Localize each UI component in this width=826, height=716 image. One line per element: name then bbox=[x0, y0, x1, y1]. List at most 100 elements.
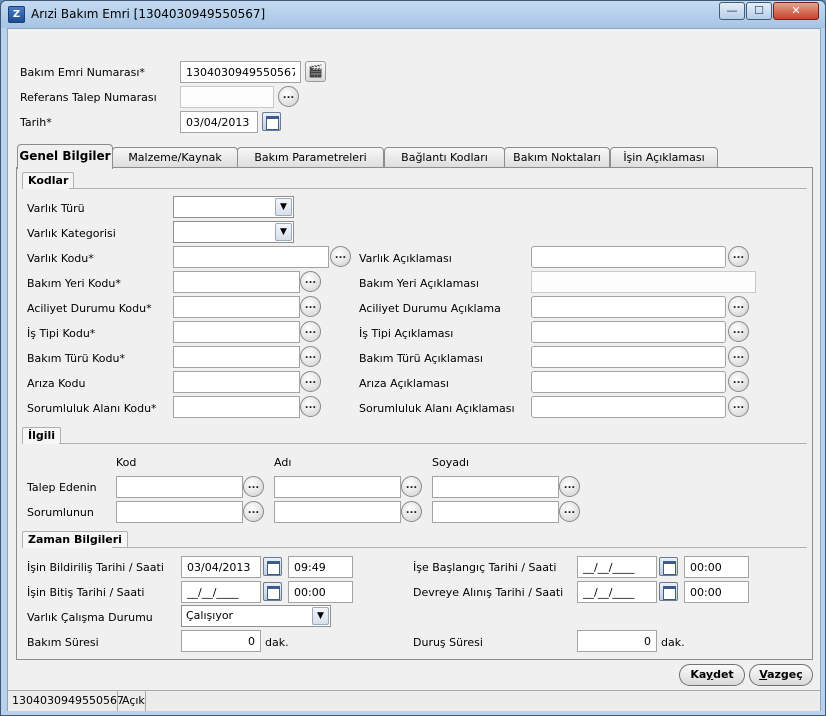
responsibility-desc-lookup-button[interactable]: ... bbox=[728, 396, 749, 417]
maint-type-code-field[interactable] bbox=[173, 346, 300, 368]
order-no-label: Bakım Emri Numarası* bbox=[20, 66, 145, 79]
urgency-desc-label: Aciliyet Durumu Açıklama bbox=[359, 302, 501, 315]
location-code-field[interactable] bbox=[173, 271, 300, 293]
zaman-group-title: Zaman Bilgileri bbox=[22, 531, 128, 548]
requester-name-field[interactable] bbox=[274, 476, 401, 498]
commission-time-field[interactable] bbox=[684, 581, 749, 603]
chevron-down-icon[interactable]: ▼ bbox=[275, 198, 292, 216]
urgency-code-lookup-button[interactable]: ... bbox=[300, 296, 321, 317]
maximize-button[interactable]: ☐ bbox=[746, 2, 772, 20]
fault-desc-lookup-button[interactable]: ... bbox=[728, 371, 749, 392]
requester-surname-lookup-button[interactable]: ... bbox=[559, 476, 580, 497]
job-type-code-lookup-button[interactable]: ... bbox=[300, 321, 321, 342]
tab-panel-genel-bilgiler: Kodlar Varlık Türü ▼ Varlık Kategorisi ▼… bbox=[16, 167, 813, 660]
tab-baglanti-kodlari[interactable]: Bağlantı Kodları bbox=[384, 147, 505, 167]
notify-date-field[interactable] bbox=[181, 556, 261, 578]
asset-category-label: Varlık Kategorisi bbox=[27, 227, 116, 240]
clapperboard-icon[interactable]: 🎬 bbox=[305, 61, 326, 82]
asset-desc-lookup-button[interactable]: ... bbox=[728, 246, 749, 267]
asset-status-dropdown[interactable]: Çalışıyor ▼ bbox=[181, 605, 331, 627]
tab-bakim-noktalari[interactable]: Bakım Noktaları bbox=[504, 147, 610, 167]
tab-genel-bilgiler[interactable]: Genel Bilgiler bbox=[17, 144, 113, 169]
downtime-unit: dak. bbox=[661, 636, 685, 649]
cancel-button[interactable]: Vazgeç bbox=[749, 664, 813, 686]
maint-duration-field[interactable] bbox=[181, 630, 261, 652]
asset-desc-field[interactable] bbox=[531, 246, 726, 268]
ilgili-group-title: İlgili bbox=[22, 427, 62, 444]
maint-type-code-lookup-button[interactable]: ... bbox=[300, 346, 321, 367]
responsibility-desc-label: Sorumluluk Alanı Açıklaması bbox=[359, 402, 515, 415]
location-desc-field[interactable] bbox=[531, 271, 756, 293]
asset-status-value: Çalışıyor bbox=[186, 609, 234, 622]
chevron-down-icon[interactable]: ▼ bbox=[275, 223, 292, 241]
responsible-name-field[interactable] bbox=[274, 501, 401, 523]
requester-name-lookup-button[interactable]: ... bbox=[401, 476, 422, 497]
asset-code-lookup-button[interactable]: ... bbox=[330, 246, 351, 267]
fault-desc-field[interactable] bbox=[531, 371, 726, 393]
urgency-code-label: Aciliyet Durumu Kodu* bbox=[27, 302, 152, 315]
commission-datetime-label: Devreye Alınış Tarihi / Saati bbox=[413, 586, 564, 599]
chevron-down-icon[interactable]: ▼ bbox=[312, 607, 329, 625]
asset-code-field[interactable] bbox=[173, 246, 329, 268]
asset-type-dropdown[interactable]: ▼ bbox=[173, 196, 294, 218]
tab-isin-aciklamasi[interactable]: İşin Açıklaması bbox=[610, 147, 718, 167]
responsible-surname-field[interactable] bbox=[432, 501, 559, 523]
job-type-code-field[interactable] bbox=[173, 321, 300, 343]
tab-bakim-parametreleri[interactable]: Bakım Parametreleri bbox=[237, 147, 384, 167]
close-button[interactable]: ✕ bbox=[773, 2, 819, 20]
calendar-icon[interactable] bbox=[262, 112, 281, 131]
title-bar[interactable]: Z Arızi Bakım Emri [1304030949550567] — … bbox=[1, 1, 825, 28]
maint-duration-label: Bakım Süresi bbox=[27, 636, 99, 649]
requester-surname-field[interactable] bbox=[432, 476, 559, 498]
calendar-icon[interactable] bbox=[659, 557, 678, 576]
save-button[interactable]: Kaydet bbox=[679, 664, 745, 686]
cancel-label-mnemonic: V bbox=[759, 668, 768, 681]
order-no-field[interactable] bbox=[180, 61, 301, 83]
responsibility-code-lookup-button[interactable]: ... bbox=[300, 396, 321, 417]
responsible-code-field[interactable] bbox=[116, 501, 243, 523]
cancel-label-b: azgeç bbox=[767, 668, 803, 681]
job-type-desc-lookup-button[interactable]: ... bbox=[728, 321, 749, 342]
urgency-desc-lookup-button[interactable]: ... bbox=[728, 296, 749, 317]
maint-type-desc-lookup-button[interactable]: ... bbox=[728, 346, 749, 367]
commission-date-field[interactable] bbox=[577, 581, 657, 603]
fault-code-field[interactable] bbox=[173, 371, 300, 393]
notify-time-field[interactable] bbox=[288, 556, 353, 578]
responsibility-desc-field[interactable] bbox=[531, 396, 726, 418]
maintenance-order-window: Z Arızi Bakım Emri [1304030949550567] — … bbox=[0, 0, 826, 716]
downtime-field[interactable] bbox=[577, 630, 657, 652]
urgency-desc-field[interactable] bbox=[531, 296, 726, 318]
asset-status-label: Varlık Çalışma Durumu bbox=[27, 611, 153, 624]
responsible-name-lookup-button[interactable]: ... bbox=[401, 501, 422, 522]
responsibility-code-field[interactable] bbox=[173, 396, 300, 418]
calendar-icon[interactable] bbox=[263, 582, 282, 601]
reference-lookup-button[interactable]: ... bbox=[278, 86, 299, 107]
responsible-surname-lookup-button[interactable]: ... bbox=[559, 501, 580, 522]
tab-malzeme-kaynak[interactable]: Malzeme/Kaynak bbox=[112, 147, 238, 167]
asset-category-dropdown[interactable]: ▼ bbox=[173, 221, 294, 243]
end-date-field[interactable] bbox=[181, 581, 261, 603]
urgency-code-field[interactable] bbox=[173, 296, 300, 318]
location-code-lookup-button[interactable]: ... bbox=[300, 271, 321, 292]
job-type-desc-field[interactable] bbox=[531, 321, 726, 343]
responsibility-code-label: Sorumluluk Alanı Kodu* bbox=[27, 402, 157, 415]
fault-code-label: Arıza Kodu bbox=[27, 377, 86, 390]
date-field[interactable] bbox=[180, 111, 258, 133]
requester-code-field[interactable] bbox=[116, 476, 243, 498]
surname-column-header: Soyadı bbox=[432, 456, 470, 469]
minimize-button[interactable]: — bbox=[719, 2, 745, 20]
calendar-icon[interactable] bbox=[263, 557, 282, 576]
end-time-field[interactable] bbox=[288, 581, 353, 603]
start-time-field[interactable] bbox=[684, 556, 749, 578]
window-title: Arızi Bakım Emri [1304030949550567] bbox=[31, 7, 266, 21]
status-state: Açık bbox=[118, 691, 146, 711]
calendar-icon[interactable] bbox=[659, 582, 678, 601]
requester-code-lookup-button[interactable]: ... bbox=[243, 476, 264, 497]
status-bar: 1304030949550567 Açık bbox=[8, 690, 820, 711]
maint-type-desc-field[interactable] bbox=[531, 346, 726, 368]
reference-no-field[interactable] bbox=[180, 86, 274, 108]
asset-code-label: Varlık Kodu* bbox=[27, 252, 94, 265]
fault-code-lookup-button[interactable]: ... bbox=[300, 371, 321, 392]
start-date-field[interactable] bbox=[577, 556, 657, 578]
responsible-code-lookup-button[interactable]: ... bbox=[243, 501, 264, 522]
